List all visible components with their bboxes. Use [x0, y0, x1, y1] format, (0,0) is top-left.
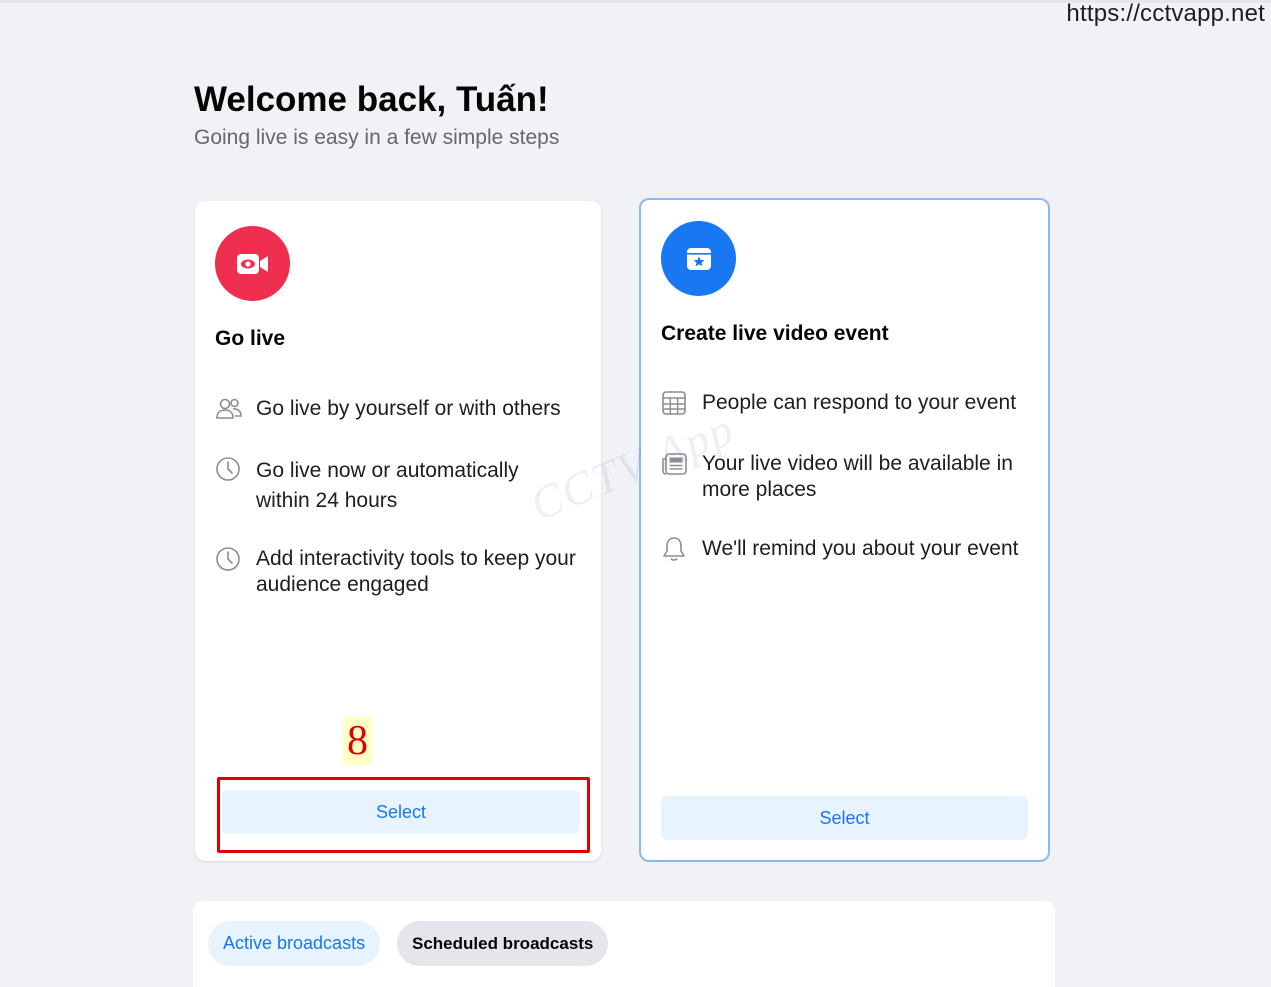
calendar-star-icon: [661, 221, 736, 296]
bell-icon: [663, 537, 685, 561]
page-title: Welcome back, Tuấn!: [194, 80, 549, 119]
feature-text: We'll remind you about your event: [702, 537, 1019, 560]
calendar-grid-icon: [662, 391, 686, 415]
tab-scheduled-broadcasts[interactable]: Scheduled broadcasts: [397, 921, 609, 966]
clock-icon: [216, 547, 240, 571]
tab-active-broadcasts[interactable]: Active broadcasts: [208, 921, 381, 966]
watermark-url: https://cctvapp.net: [1066, 0, 1265, 27]
step-number-badge: 8: [343, 717, 372, 765]
go-live-card[interactable]: Go live Go live by yourself or with othe…: [195, 201, 601, 861]
page-header: Welcome back, Tuấn! Going live is easy i…: [194, 78, 559, 150]
go-live-title: Go live: [215, 327, 286, 350]
clock-icon: [216, 457, 240, 481]
feature-go-live-now: Go live now or automatically within 24 h…: [215, 456, 576, 516]
feature-text: People can respond to your event: [702, 391, 1017, 414]
create-event-title: Create live video event: [661, 322, 889, 345]
feature-go-live-with-others: Go live by yourself or with others: [215, 396, 576, 423]
page-subtitle: Going live is easy in a few simple steps: [194, 126, 560, 149]
video-camera-icon: [215, 226, 290, 301]
feature-remind-about-event: We'll remind you about your event: [661, 536, 1042, 563]
feature-interactivity-tools: Add interactivity tools to keep your aud…: [215, 546, 576, 598]
feature-text: Your live video will be available in mor…: [702, 452, 1013, 501]
feature-available-more-places: Your live video will be available in mor…: [661, 451, 1022, 503]
create-event-select-button[interactable]: Select: [661, 796, 1028, 840]
go-live-select-button[interactable]: Select: [222, 790, 580, 834]
broadcasts-panel: Active broadcasts Scheduled broadcasts: [193, 901, 1055, 987]
feature-respond-to-event: People can respond to your event: [661, 390, 1022, 417]
feature-text: Go live by yourself or with others: [256, 397, 561, 420]
feature-text: Add interactivity tools to keep your aud…: [256, 547, 576, 596]
feature-text: Go live now or automatically within 24 h…: [256, 459, 519, 512]
news-feed-icon: [662, 453, 687, 475]
create-event-card[interactable]: Create live video event People can respo…: [639, 198, 1050, 862]
people-icon: [216, 398, 242, 419]
